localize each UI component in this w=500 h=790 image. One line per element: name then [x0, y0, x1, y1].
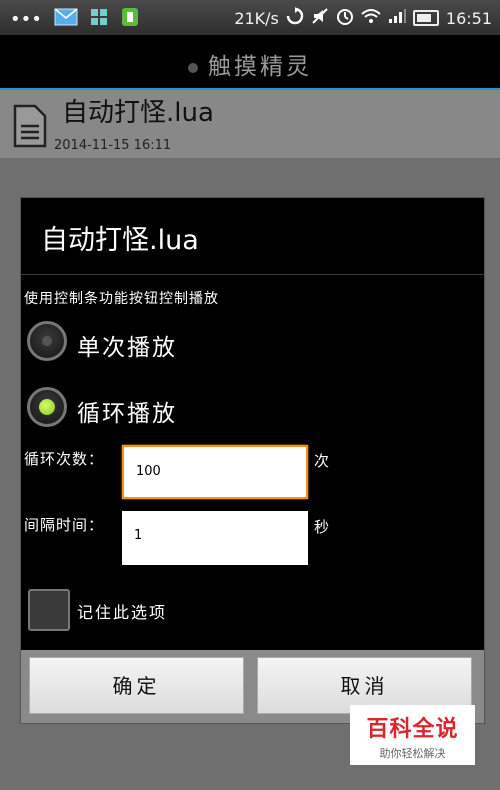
battery-icon — [412, 10, 439, 26]
app-grid-icon — [90, 8, 108, 30]
status-bar: ••• 21K/s 16:51 — [0, 0, 500, 35]
app-title-wrap: 触摸精灵 — [0, 47, 500, 81]
mail-icon — [54, 8, 78, 30]
mute-icon — [311, 7, 329, 29]
file-name: 自动打怪.lua — [62, 98, 214, 128]
remember-checkbox[interactable] — [28, 589, 70, 631]
wifi-icon — [361, 8, 381, 28]
interval-unit: 秒 — [314, 518, 330, 536]
more-dots: ••• — [10, 8, 42, 30]
alarm-icon — [336, 7, 354, 29]
loop-count-label: 循环次数： — [24, 450, 105, 468]
loop-count-unit: 次 — [314, 452, 330, 470]
status-left: ••• — [10, 6, 140, 32]
loop-count-input[interactable]: 100 — [122, 445, 308, 499]
ok-button[interactable]: 确定 — [29, 657, 244, 714]
remember-label[interactable]: 记住此选项 — [77, 599, 167, 623]
radio-loop-play[interactable] — [27, 387, 67, 427]
watermark-slogan: 助你轻松解决 — [379, 747, 446, 760]
document-icon — [12, 104, 48, 148]
radio-single-play[interactable] — [27, 321, 67, 361]
network-speed: 21K/s — [234, 8, 279, 28]
sync-icon — [286, 7, 304, 29]
status-right: 21K/s 16:51 — [234, 7, 492, 29]
play-options-dialog: 自动打怪.lua 使用控制条功能按钮控制播放 单次播放 循环播放 循环次数： 1… — [20, 197, 485, 724]
watermark: 百科全说 助你轻松解决 — [350, 705, 475, 765]
watermark-brand: 百科全说 — [366, 717, 459, 742]
app-logo-icon — [188, 62, 198, 73]
radio-loop-play-label[interactable]: 循环播放 — [77, 394, 177, 428]
clock: 16:51 — [445, 8, 492, 28]
battery-app-icon — [120, 6, 140, 32]
app-header: 触摸精灵 — [0, 35, 500, 90]
dialog-title: 自动打怪.lua — [41, 225, 199, 256]
app-title: 触摸精灵 — [208, 54, 312, 80]
interval-input[interactable]: 1 — [122, 511, 308, 565]
interval-label: 间隔时间： — [24, 516, 105, 534]
dialog-divider — [21, 274, 484, 275]
dialog-hint: 使用控制条功能按钮控制播放 — [24, 291, 219, 307]
file-date: 2014-11-15 16:11 — [54, 138, 172, 153]
signal-icon — [388, 8, 406, 28]
radio-single-play-label[interactable]: 单次播放 — [77, 328, 177, 362]
file-info-bar: 自动打怪.lua 2014-11-15 16:11 — [0, 90, 500, 158]
